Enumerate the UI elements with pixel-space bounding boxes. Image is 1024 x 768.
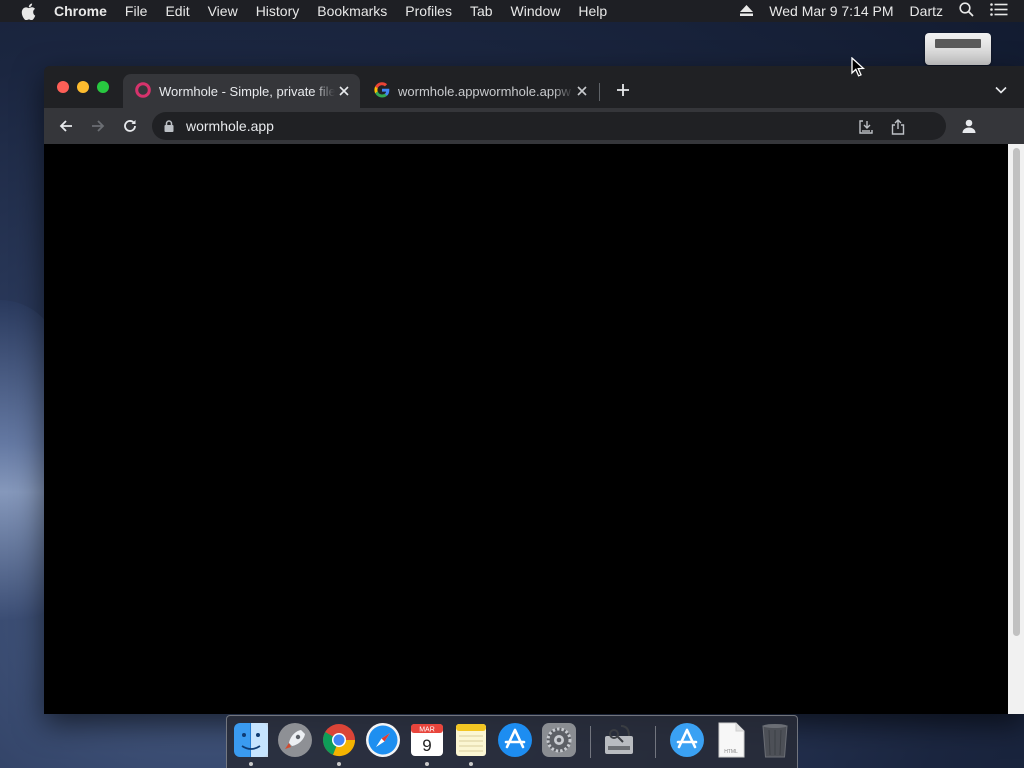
safari-icon[interactable] — [365, 722, 401, 758]
trash-icon[interactable] — [757, 722, 793, 758]
spotlight-search-icon[interactable] — [959, 2, 974, 20]
lock-icon[interactable] — [164, 119, 176, 133]
notification-center-icon[interactable] — [990, 3, 1008, 19]
tab-strip: Wormhole - Simple, private file wormhole… — [44, 66, 1024, 108]
dock: MAR 9 HTML — [226, 715, 798, 768]
window-minimize-button[interactable] — [77, 81, 89, 93]
tab-search-chevron-icon[interactable] — [994, 83, 1008, 97]
menu-bar: Chrome File Edit View History Bookmarks … — [0, 0, 1024, 22]
menubar-clock[interactable]: Wed Mar 9 7:14 PM — [769, 3, 893, 19]
running-indicator — [425, 762, 429, 766]
calendar-icon[interactable]: MAR 9 — [409, 722, 445, 758]
share-icon[interactable] — [890, 119, 906, 135]
wormhole-favicon — [135, 81, 151, 101]
apple-icon[interactable] — [19, 2, 37, 20]
html-file-icon[interactable]: HTML — [713, 722, 749, 758]
mouse-cursor-icon — [851, 57, 865, 77]
calendar-month: MAR — [419, 727, 435, 734]
menu-tab[interactable]: Tab — [470, 3, 493, 19]
tab-close-icon[interactable] — [574, 83, 590, 99]
address-bar[interactable]: wormhole.app — [152, 112, 946, 140]
chrome-window: Wormhole - Simple, private file wormhole… — [44, 66, 1024, 714]
reload-button[interactable] — [121, 117, 139, 135]
menu-profiles[interactable]: Profiles — [405, 3, 452, 19]
profile-avatar-icon[interactable] — [960, 117, 978, 135]
scrollbar-thumb[interactable] — [1013, 148, 1020, 636]
chrome-icon[interactable] — [321, 722, 357, 758]
calendar-day: 9 — [422, 736, 431, 755]
browser-toolbar: wormhole.app — [44, 108, 1024, 144]
tab-close-icon[interactable] — [336, 83, 352, 99]
install-app-icon[interactable] — [858, 119, 874, 135]
dock-separator — [590, 726, 591, 758]
system-preferences-icon[interactable] — [541, 722, 577, 758]
tab-title: wormhole.appwormhole.appw — [398, 83, 571, 99]
window-zoom-button[interactable] — [97, 81, 109, 93]
launchpad-icon[interactable] — [277, 722, 313, 758]
back-button[interactable] — [57, 117, 75, 135]
google-favicon — [374, 81, 390, 101]
menu-bookmarks[interactable]: Bookmarks — [317, 3, 387, 19]
menu-history[interactable]: History — [256, 3, 300, 19]
menu-view[interactable]: View — [208, 3, 238, 19]
vertical-scrollbar[interactable] — [1008, 144, 1024, 714]
disk-utility-icon[interactable] — [601, 722, 637, 758]
menu-file[interactable]: File — [125, 3, 148, 19]
tab-title: Wormhole - Simple, private file — [159, 83, 335, 99]
running-indicator — [337, 762, 341, 766]
running-indicator — [249, 762, 253, 766]
external-drive-icon[interactable] — [925, 33, 991, 65]
menu-app-name[interactable]: Chrome — [54, 3, 107, 19]
applications-folder-icon[interactable] — [669, 722, 705, 758]
window-close-button[interactable] — [57, 81, 69, 93]
new-tab-button[interactable] — [614, 81, 632, 99]
finder-icon[interactable] — [233, 722, 269, 758]
tab-wormhole[interactable]: Wormhole - Simple, private file — [123, 74, 360, 108]
menu-window[interactable]: Window — [511, 3, 561, 19]
menu-edit[interactable]: Edit — [165, 3, 189, 19]
menubar-user[interactable]: Dartz — [910, 3, 943, 19]
notes-icon[interactable] — [453, 722, 489, 758]
web-content-area[interactable] — [44, 144, 1008, 714]
dock-separator — [655, 726, 656, 758]
eject-icon[interactable] — [740, 3, 754, 19]
address-text[interactable]: wormhole.app — [186, 118, 274, 134]
app-store-icon[interactable] — [497, 722, 533, 758]
menu-help[interactable]: Help — [578, 3, 607, 19]
forward-button[interactable] — [89, 117, 107, 135]
file-type-label: HTML — [724, 749, 738, 755]
tab-google-search[interactable]: wormhole.appwormhole.appw — [362, 74, 598, 108]
tab-separator — [599, 83, 600, 101]
running-indicator — [469, 762, 473, 766]
